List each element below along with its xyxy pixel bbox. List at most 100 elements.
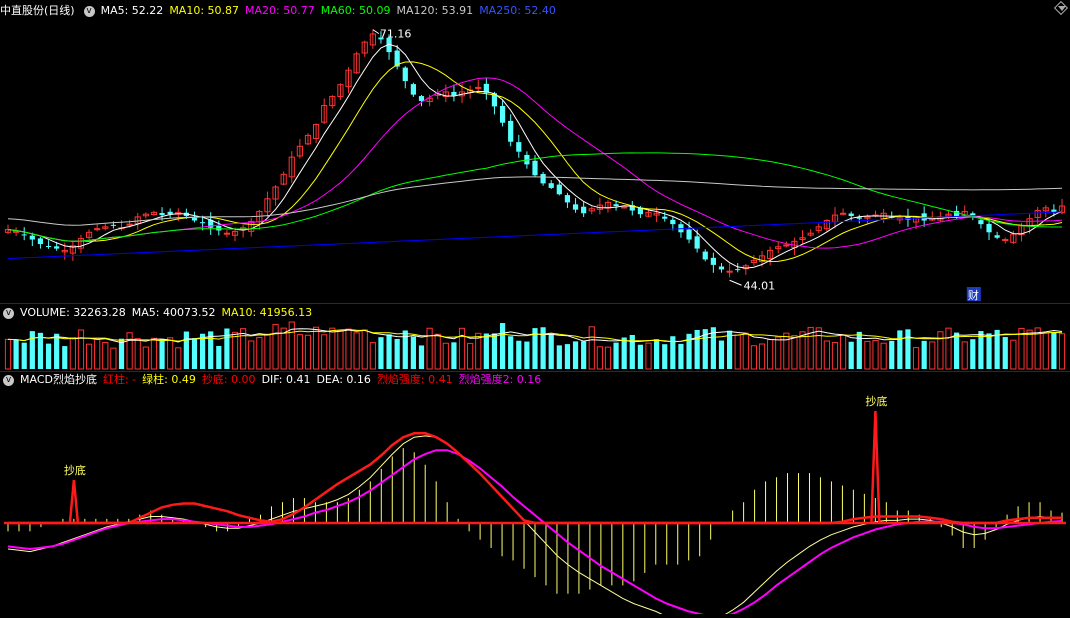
flame-strength2-label: 烈焰强度2: 0.16 [458, 373, 542, 386]
volume-bar [13, 339, 19, 369]
macd-panel-header: v MACD烈焰抄底 红柱: - 绿柱: 0.49 抄底: 0.00 DIF: … [0, 372, 547, 388]
volume-bar [312, 326, 320, 370]
candle-body [451, 91, 457, 96]
volume-bar [718, 340, 725, 369]
volume-bar [410, 336, 416, 369]
volume-bar [564, 344, 571, 369]
volume-bar [742, 332, 749, 370]
volume-bar [69, 337, 76, 370]
volume-bar [296, 334, 303, 370]
candle-body [702, 251, 708, 260]
volume-bar [767, 339, 774, 370]
volume-label: VOLUME: 32263.28 [20, 306, 126, 319]
volume-bar [4, 338, 12, 370]
macd-title[interactable]: MACD烈焰抄底 [20, 372, 97, 388]
candle-body [216, 225, 222, 231]
volume-bar [102, 342, 109, 370]
volume-bar [240, 328, 247, 370]
volume-bar [897, 330, 903, 369]
bottom-fish-annotation: 抄底 [865, 394, 887, 408]
volume-bar [321, 334, 328, 370]
candle-body [662, 216, 668, 219]
volume-bar [134, 338, 141, 370]
candle-body [199, 222, 206, 224]
volume-bar [654, 339, 660, 369]
candle-body [1002, 239, 1009, 242]
security-title[interactable]: 中直股份(日线) [0, 3, 75, 19]
candle-body [556, 184, 562, 195]
volume-bar [118, 338, 125, 369]
volume-bar [386, 334, 392, 369]
volume-bar [783, 332, 790, 370]
volume-bar [329, 327, 336, 370]
volume-ma10-label: MA10: 41956.13 [221, 306, 313, 319]
candle-body [532, 160, 538, 176]
volume-bar [337, 330, 344, 370]
volume-bar [516, 340, 522, 369]
candle-body [564, 195, 571, 203]
volume-bar [937, 331, 944, 370]
volume-bar [604, 346, 612, 370]
volume-bar [613, 342, 619, 369]
candle-body [418, 96, 425, 101]
volume-bar [167, 337, 174, 370]
volume-bar [491, 333, 498, 369]
finance-badge-label: 财 [968, 288, 979, 302]
candle-body [54, 246, 60, 249]
dea-label: DEA: 0.16 [316, 373, 371, 386]
volume-bar [572, 341, 579, 369]
ma20-label: MA20: 50.77 [245, 4, 315, 17]
volume-bar [929, 341, 936, 370]
volume-bar [524, 341, 530, 369]
volume-bar [451, 342, 457, 369]
volume-bar [142, 346, 149, 370]
volume-bar [839, 334, 847, 370]
volume-bar [734, 334, 741, 370]
candle-body [670, 219, 676, 225]
volume-bar [848, 341, 854, 369]
volume-bar [726, 330, 733, 369]
volume-bar [85, 343, 93, 370]
volume-bar [905, 329, 911, 369]
volume-bar [21, 342, 27, 369]
volume-bar [45, 343, 52, 369]
candle-body [686, 229, 692, 240]
macd-toggle-icon[interactable]: v [3, 374, 14, 386]
volume-bar [37, 332, 44, 369]
ma250-label: MA250: 52.40 [479, 4, 556, 17]
candle-body [159, 213, 165, 216]
volume-bar [872, 339, 879, 370]
volume-bar [248, 340, 255, 370]
candle-body [21, 234, 27, 236]
flame-strength-label: 烈焰强度: 0.41 [376, 373, 453, 386]
candle-body [718, 266, 725, 270]
volume-bar [880, 342, 887, 370]
volume-bar [961, 341, 968, 370]
volume-bar [442, 342, 449, 370]
volume-ma5-label: MA5: 40073.52 [131, 306, 216, 319]
volume-bar [791, 335, 798, 370]
volume-bar [1042, 332, 1049, 370]
candle-body [694, 236, 700, 249]
volume-bar [483, 333, 489, 369]
volume-bar [588, 326, 595, 370]
candle-body [94, 228, 101, 231]
candle-body [735, 269, 741, 271]
indicator-toggle-icon[interactable]: v [83, 5, 95, 17]
volume-bar [175, 347, 182, 370]
volume-bar [986, 333, 992, 369]
volume-toggle-icon[interactable]: v [3, 307, 14, 319]
candle-body [994, 235, 1000, 238]
candle-body [508, 120, 514, 142]
red-bar-label: 红柱: - [102, 373, 137, 386]
volume-bar [231, 331, 239, 370]
candle-body [37, 238, 44, 245]
volume-bar [378, 337, 384, 369]
ma120-label: MA120: 53.91 [396, 4, 474, 17]
volume-bar [62, 346, 68, 369]
volume-bar [94, 338, 101, 370]
candle-body [856, 217, 862, 219]
candle-body [499, 106, 506, 123]
flame-strength-line [8, 432, 1062, 525]
volume-bar [304, 334, 312, 370]
